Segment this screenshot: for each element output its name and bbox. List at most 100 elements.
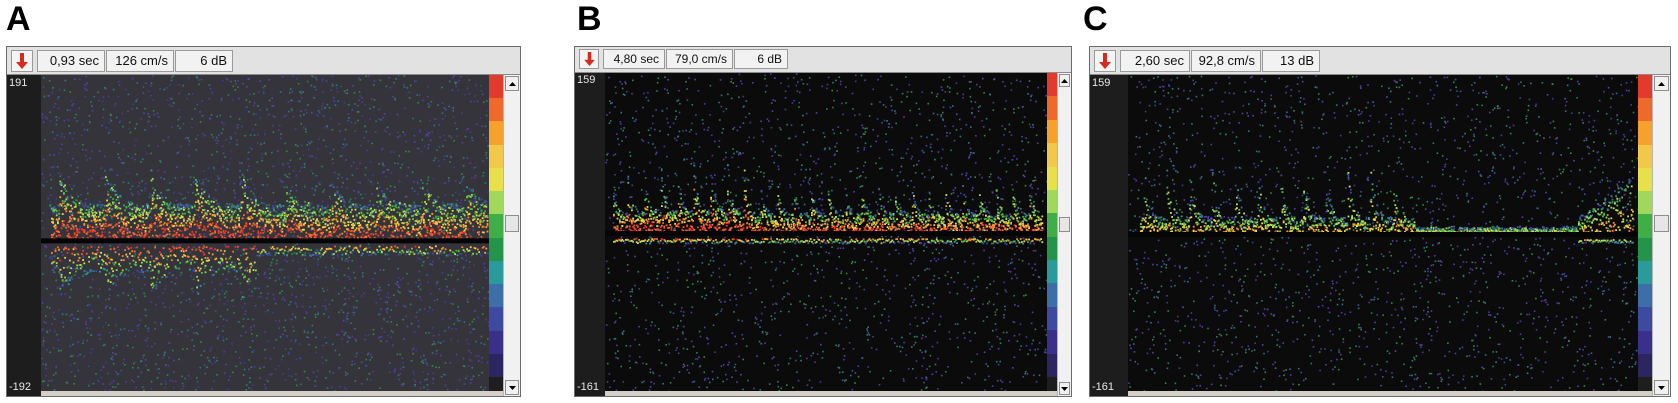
scale-top-label: 191 [9,77,28,89]
scale-top-label: 159 [577,74,596,86]
scroll-down-icon [508,385,516,390]
scale-bottom-label: -161 [1092,381,1115,393]
scroll-down-icon [1061,386,1068,391]
record-arrow-button[interactable] [579,49,599,69]
toolbar-a: 0,93 sec 126 cm/s 6 dB [7,47,520,75]
doppler-spectrum [41,75,489,391]
time-tick [326,391,328,396]
scale-gutter [575,73,605,396]
time-tick [448,391,450,396]
record-arrow-button[interactable] [1094,50,1116,72]
time-tick [1011,391,1013,396]
scroll-up-button[interactable] [505,76,519,91]
color-scale-bar [1638,75,1652,391]
doppler-window-a: 0,93 sec 126 cm/s 6 dB 191 -192 [6,46,521,397]
time-tick [1419,391,1421,396]
time-tick [1029,391,1031,396]
color-scale-bar [1047,73,1057,391]
time-tick [728,391,730,396]
time-tick [1492,391,1494,396]
time-tick [976,391,978,396]
scale-top-label: 159 [1092,77,1111,89]
time-tick [244,391,246,396]
toolbar-c: 2,60 sec 92,8 cm/s 13 dB [1090,47,1670,75]
time-tick [1237,391,1239,396]
time-tick [1528,391,1530,396]
time-readout: 0,93 sec [37,50,105,72]
time-tick [1310,391,1312,396]
scale-bottom-label: -192 [9,381,32,393]
time-tick [640,391,642,396]
time-tick [1346,391,1348,396]
time-tick [1164,391,1166,396]
scroll-thumb[interactable] [505,215,519,232]
time-tick [905,391,907,396]
time-tick [781,391,783,396]
time-tick [940,391,942,396]
time-tick [870,391,872,396]
record-arrow-button[interactable] [11,50,33,72]
scroll-down-button[interactable] [1654,380,1669,395]
doppler-window-b: 4,80 sec 79,0 cm/s 6 dB 159 -161 [574,46,1072,397]
down-arrow-icon [16,53,28,69]
time-tick [1455,391,1457,396]
time-tick [675,391,677,396]
scale-bottom-label: -161 [577,381,600,393]
time-tick [1200,391,1202,396]
time-tick [923,391,925,396]
toolbar-b: 4,80 sec 79,0 cm/s 6 dB [575,47,1071,73]
time-tick [81,391,83,396]
scroll-down-icon [1658,385,1665,390]
down-arrow-icon [583,52,595,66]
scroll-thumb[interactable] [1059,217,1070,232]
time-tick [366,391,368,396]
time-tick [764,391,766,396]
scroll-up-icon [508,81,516,86]
doppler-window-c: 2,60 sec 92,8 cm/s 13 dB 159 -161 [1089,46,1671,397]
velocity-readout: 92,8 cm/s [1191,50,1261,72]
gain-scrollbar[interactable] [1652,75,1670,396]
gain-scrollbar[interactable] [1057,73,1071,396]
scroll-up-button[interactable] [1059,74,1070,87]
scroll-up-button[interactable] [1654,76,1669,91]
scroll-thumb[interactable] [1654,215,1669,232]
time-tick [887,391,889,396]
time-tick [817,391,819,396]
zero-baseline [41,238,489,244]
time-readout: 2,60 sec [1120,50,1190,72]
zero-baseline [1128,232,1638,237]
panel-label-c: C [1083,0,1108,38]
velocity-readout: 126 cm/s [106,50,174,72]
time-tick [285,391,287,396]
time-tick [834,391,836,396]
scale-gutter [7,75,41,396]
time-tick [407,391,409,396]
doppler-spectrum [1128,75,1638,391]
gain-scrollbar[interactable] [503,75,520,396]
doppler-spectrum [605,73,1047,391]
time-tick [1273,391,1275,396]
scroll-down-button[interactable] [505,380,519,395]
gain-readout: 13 dB [1262,50,1320,72]
time-tick [693,391,695,396]
time-tick [852,391,854,396]
time-tick [746,391,748,396]
time-tick [1565,391,1567,396]
gain-readout: 6 dB [734,49,788,69]
velocity-readout: 79,0 cm/s [666,49,733,69]
scroll-up-icon [1658,81,1665,86]
scale-gutter [1090,75,1128,396]
panel-label-a: A [6,0,31,38]
time-tick [203,391,205,396]
scroll-up-icon [1061,78,1068,83]
time-tick [799,391,801,396]
gain-readout: 6 dB [175,50,233,72]
time-tick [163,391,165,396]
time-readout: 4,80 sec [603,49,665,69]
time-tick [1601,391,1603,396]
panel-label-b: B [577,0,602,38]
time-tick [993,391,995,396]
scroll-down-button[interactable] [1059,382,1070,395]
down-arrow-icon [1099,53,1111,69]
time-tick [622,391,624,396]
